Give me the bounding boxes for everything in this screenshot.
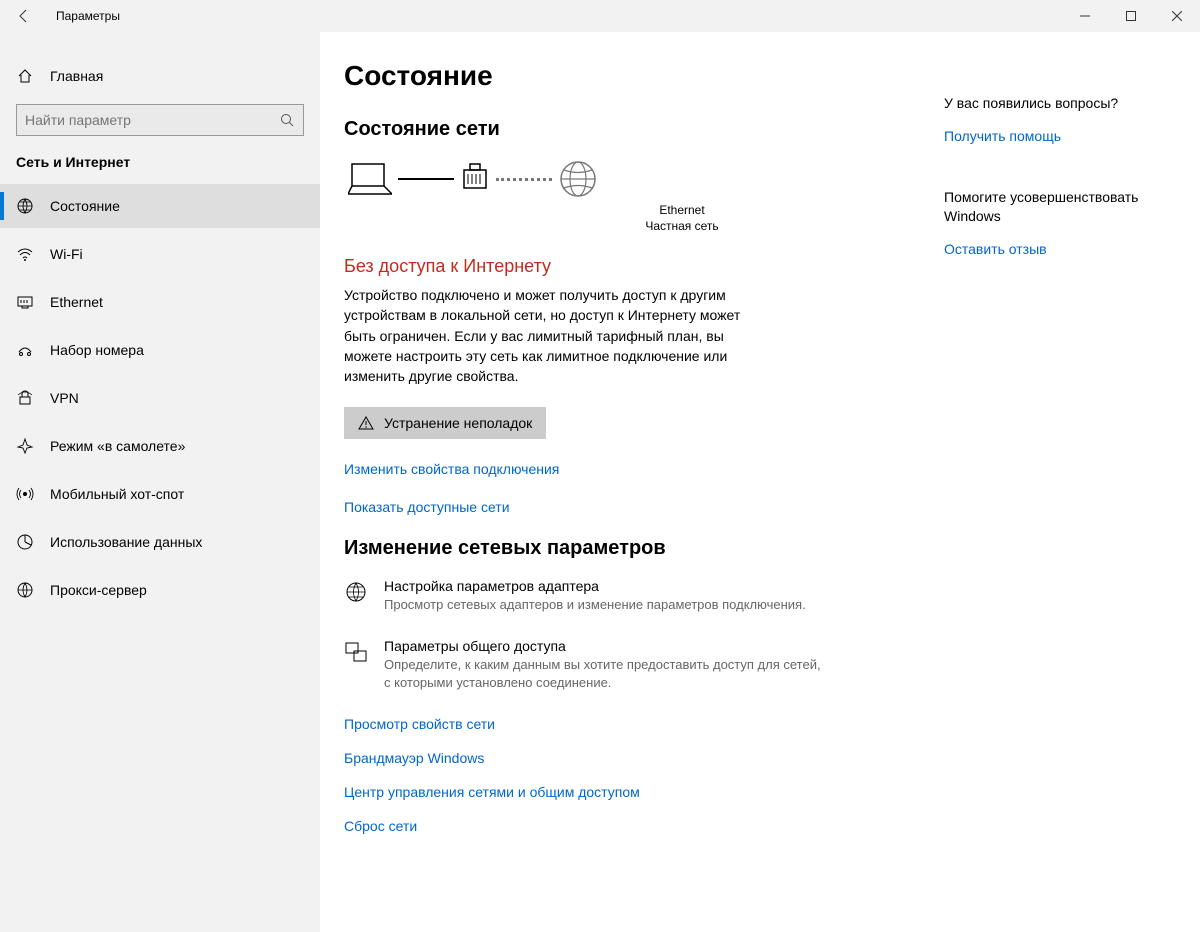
section-heading: Состояние сети — [344, 118, 904, 141]
datausage-icon — [16, 533, 34, 551]
sidebar: Главная Сеть и Интернет Состояние Wi-Fi — [0, 32, 320, 932]
adapter-settings-icon — [344, 578, 370, 614]
link-network-reset[interactable]: Сброс сети — [344, 818, 904, 834]
aside: У вас появились вопросы? Получить помощь… — [944, 60, 1174, 932]
link-feedback[interactable]: Оставить отзыв — [944, 241, 1174, 257]
search-icon — [279, 112, 295, 128]
link-firewall[interactable]: Брандмауэр Windows — [344, 750, 904, 766]
home-button[interactable]: Главная — [0, 54, 320, 98]
adapter-name: Ethernet — [460, 203, 904, 219]
option-sharing-settings[interactable]: Параметры общего доступа Определите, к к… — [344, 638, 824, 692]
nav-heading: Сеть и Интернет — [0, 154, 320, 184]
home-icon — [16, 67, 34, 85]
nav-label: Прокси-сервер — [50, 582, 147, 598]
connection-line-dotted — [496, 178, 552, 181]
nav-label: Ethernet — [50, 294, 103, 310]
titlebar: Параметры — [0, 0, 1200, 32]
option-desc: Просмотр сетевых адаптеров и изменение п… — [384, 596, 806, 614]
page-title: Состояние — [344, 60, 904, 92]
option-title: Настройка параметров адаптера — [384, 578, 806, 594]
back-button[interactable] — [0, 0, 48, 32]
option-title: Параметры общего доступа — [384, 638, 824, 654]
nav-label: Использование данных — [50, 534, 202, 550]
link-get-help[interactable]: Получить помощь — [944, 128, 1174, 144]
troubleshoot-button[interactable]: Устранение неполадок — [344, 407, 546, 439]
nav-item-hotspot[interactable]: Мобильный хот-спот — [0, 472, 320, 516]
nav-label: Мобильный хот-спот — [50, 486, 184, 502]
nav-item-datausage[interactable]: Использование данных — [0, 520, 320, 564]
nav-item-airplane[interactable]: Режим «в самолете» — [0, 424, 320, 468]
link-sharing-center[interactable]: Центр управления сетями и общим доступом — [344, 784, 904, 800]
nav-item-status[interactable]: Состояние — [0, 184, 320, 228]
hotspot-icon — [16, 485, 34, 503]
network-type: Частная сеть — [460, 219, 904, 235]
troubleshoot-label: Устранение неполадок — [384, 415, 532, 431]
nav-item-proxy[interactable]: Прокси-сервер — [0, 568, 320, 612]
nav-label: Состояние — [50, 198, 120, 214]
status-icon — [16, 197, 34, 215]
feedback-heading: Помогите усовершенствовать Windows — [944, 188, 1174, 227]
proxy-icon — [16, 581, 34, 599]
link-change-connection-props[interactable]: Изменить свойства подключения — [344, 461, 904, 477]
network-diagram — [344, 159, 904, 199]
status-title: Без доступа к Интернету — [344, 256, 904, 277]
globe-icon — [558, 159, 598, 199]
nav-item-wifi[interactable]: Wi-Fi — [0, 232, 320, 276]
home-label: Главная — [50, 68, 103, 84]
wifi-icon — [16, 245, 34, 263]
vpn-icon — [16, 389, 34, 407]
airplane-icon — [16, 437, 34, 455]
maximize-button[interactable] — [1108, 0, 1154, 32]
ethernet-icon — [16, 293, 34, 311]
option-desc: Определите, к каким данным вы хотите пре… — [384, 656, 824, 692]
status-description: Устройство подключено и может получить д… — [344, 285, 744, 386]
close-button[interactable] — [1154, 0, 1200, 32]
warning-icon — [358, 415, 374, 431]
connection-line-solid — [398, 178, 454, 180]
questions-heading: У вас появились вопросы? — [944, 94, 1174, 114]
window-title: Параметры — [48, 9, 120, 23]
nav-label: VPN — [50, 390, 79, 406]
link-show-networks[interactable]: Показать доступные сети — [344, 499, 904, 515]
adapter-icon — [460, 162, 490, 196]
sharing-icon — [344, 638, 370, 692]
search-input[interactable] — [25, 112, 279, 128]
option-adapter-settings[interactable]: Настройка параметров адаптера Просмотр с… — [344, 578, 824, 614]
computer-icon — [348, 160, 392, 198]
nav-label: Wi-Fi — [50, 246, 83, 262]
nav-item-dialup[interactable]: Набор номера — [0, 328, 320, 372]
nav-item-vpn[interactable]: VPN — [0, 376, 320, 420]
section-heading: Изменение сетевых параметров — [344, 537, 904, 560]
minimize-button[interactable] — [1062, 0, 1108, 32]
dialup-icon — [16, 341, 34, 359]
search-box[interactable] — [16, 104, 304, 136]
content-area: Состояние Состояние сети Ethernet Частна… — [344, 60, 904, 932]
diagram-labels: Ethernet Частная сеть — [460, 203, 904, 234]
link-view-network-props[interactable]: Просмотр свойств сети — [344, 716, 904, 732]
nav-label: Режим «в самолете» — [50, 438, 185, 454]
nav-item-ethernet[interactable]: Ethernet — [0, 280, 320, 324]
nav-label: Набор номера — [50, 342, 144, 358]
